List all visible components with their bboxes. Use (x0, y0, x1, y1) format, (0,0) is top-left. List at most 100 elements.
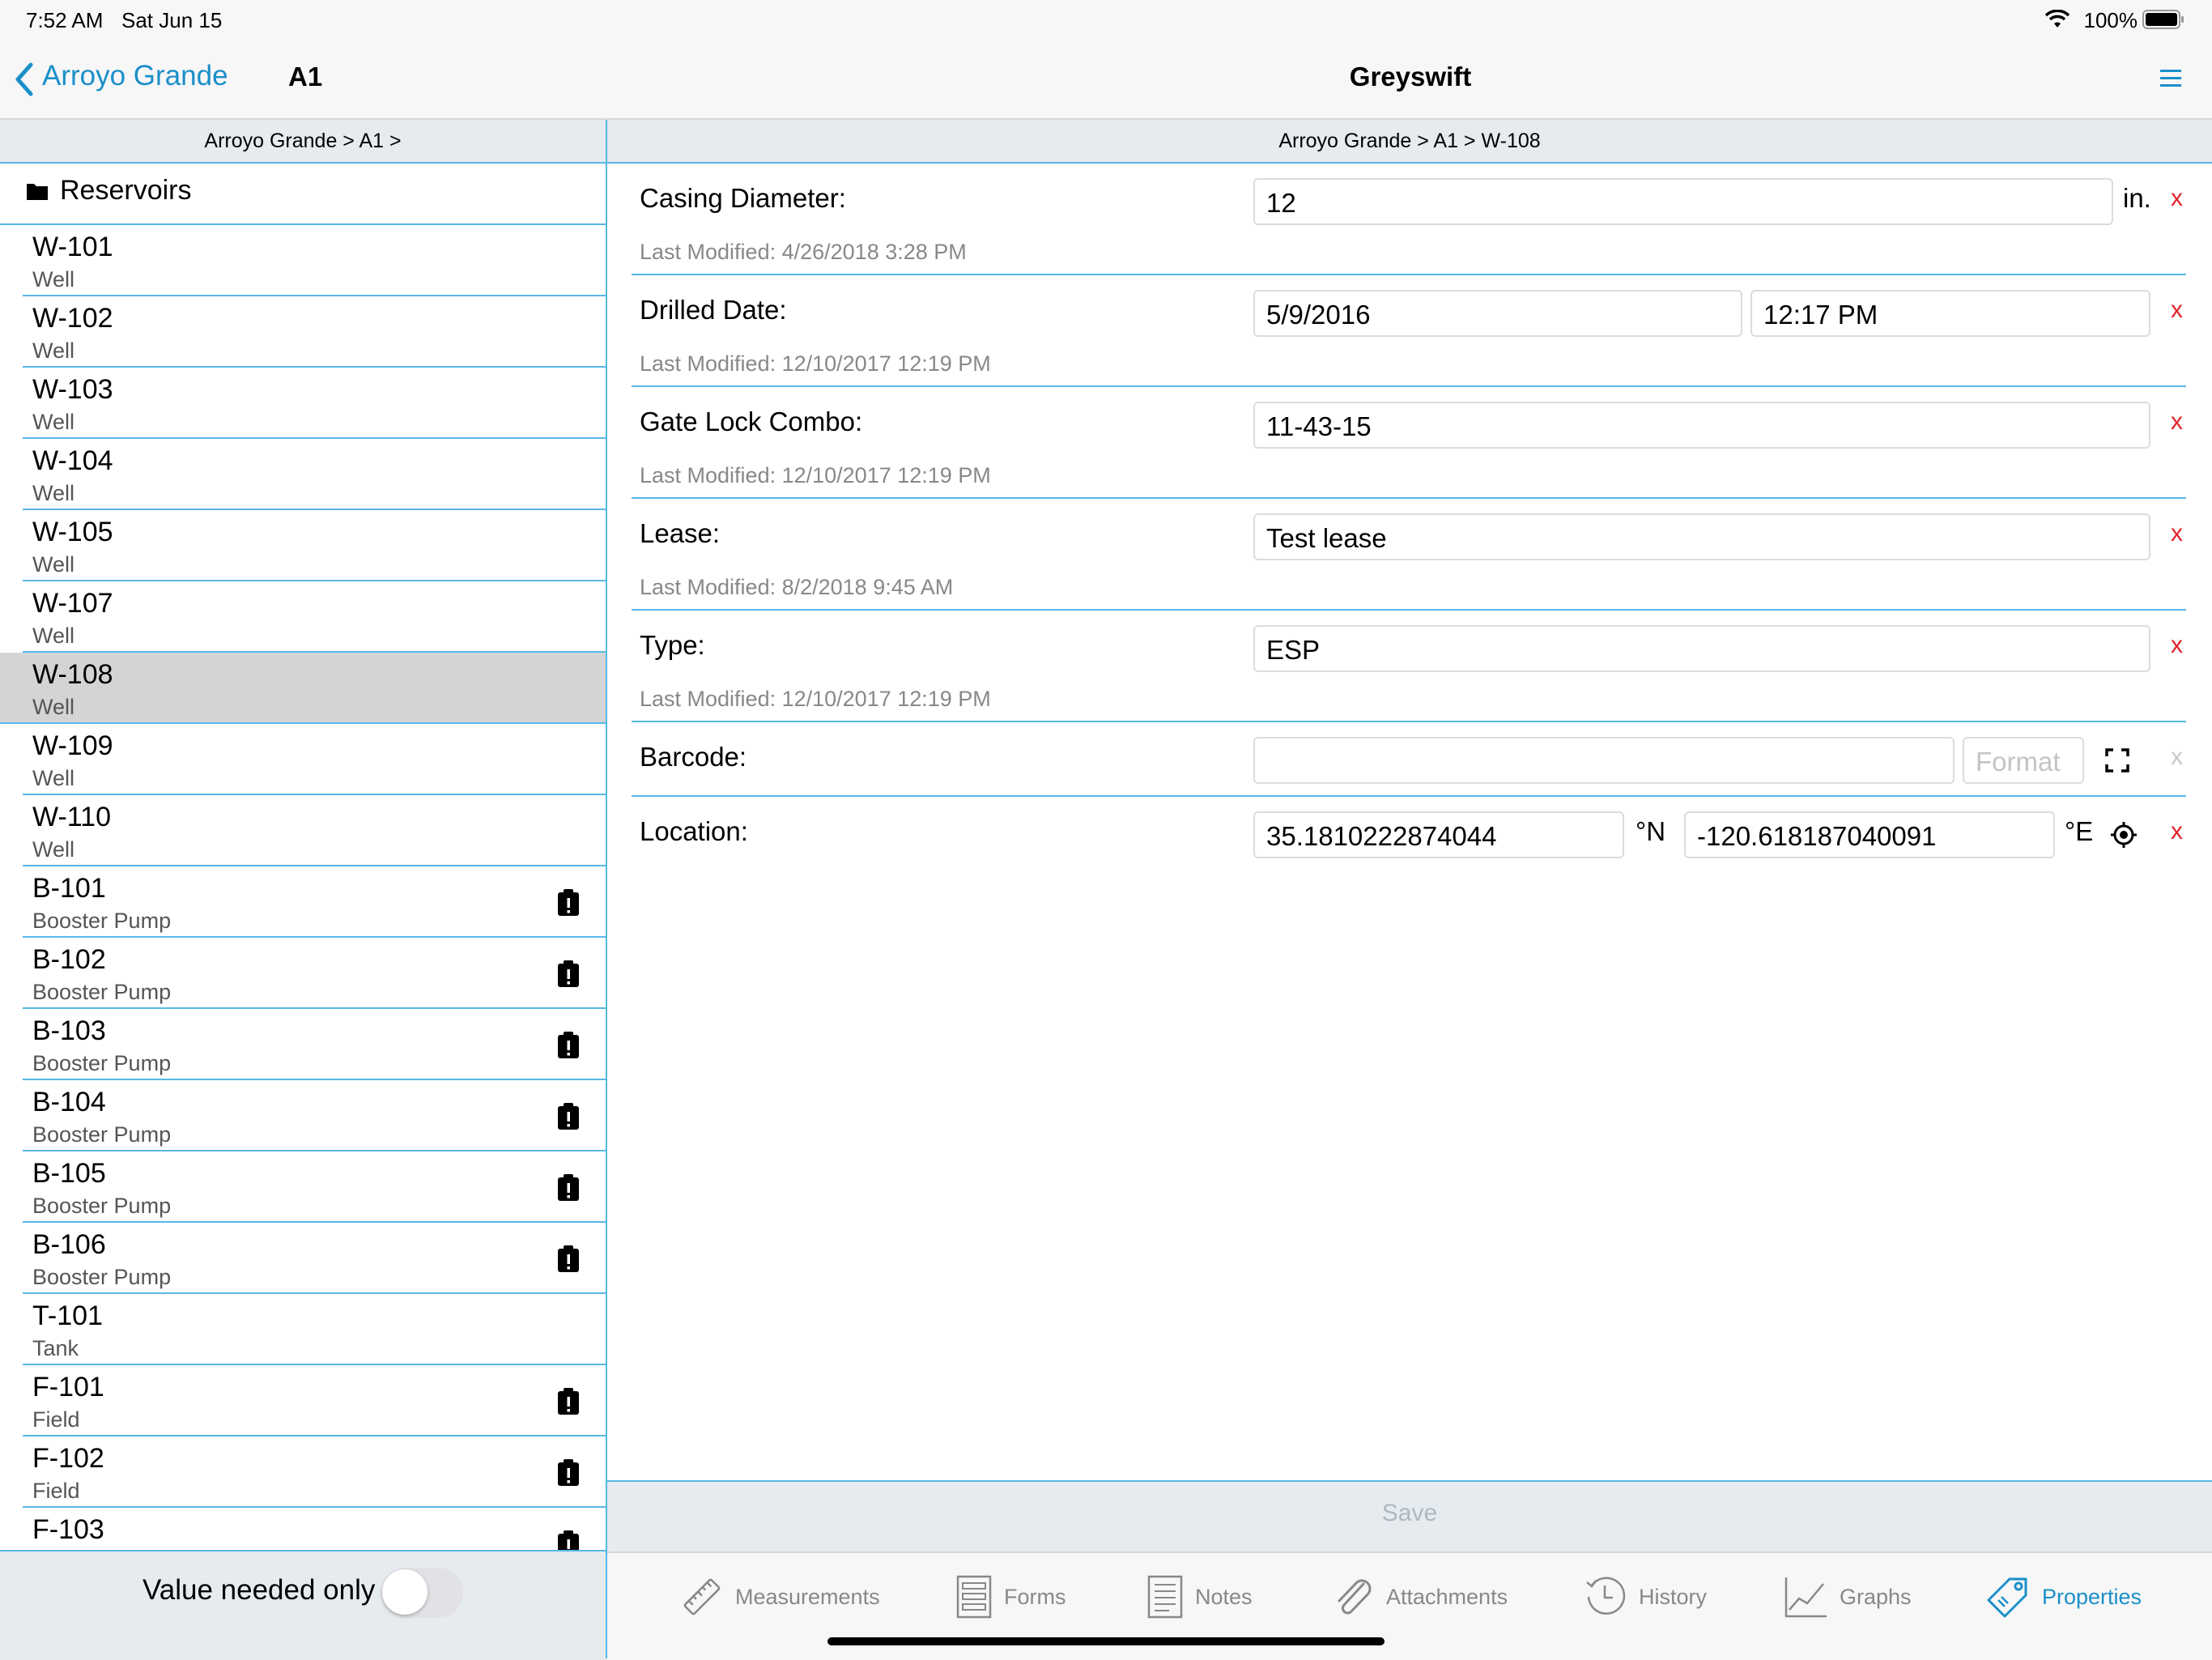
list-item-type: Well (32, 695, 75, 719)
value-needed-clipboard-icon (557, 1459, 580, 1487)
list-item-name: W-104 (32, 445, 113, 476)
list-item[interactable]: W-109 Well (23, 724, 606, 795)
list-item[interactable]: W-102 Well (23, 296, 606, 368)
clear-type-button[interactable]: x (2171, 632, 2183, 659)
list-item-type: Booster Pump (32, 909, 172, 933)
clear-location-button[interactable]: x (2171, 818, 2183, 845)
value-needed-clipboard-icon (557, 1174, 580, 1202)
form-icon (956, 1575, 992, 1619)
list-item-name: B-106 (32, 1229, 106, 1260)
clock-icon (1586, 1577, 1626, 1615)
value-needed-clipboard-icon (557, 1530, 580, 1550)
asset-list-panel[interactable]: Reservoirs W-101 Well W-102 Well W-103 Well W-… (0, 164, 606, 1550)
list-item[interactable]: B-102 Booster Pump (23, 938, 606, 1009)
back-button[interactable]: Arroyo Grande (42, 60, 228, 92)
tab-attachments[interactable]: Attachments (1331, 1571, 1508, 1623)
barcode-format-input[interactable]: Format (1963, 737, 2084, 784)
ruler-icon (683, 1578, 721, 1615)
list-item-type: Field (32, 1407, 80, 1432)
graph-icon (1784, 1577, 1827, 1618)
property-casing-diameter: Casing Diameter: 12 in. x Last Modified:… (632, 164, 2186, 275)
list-item[interactable]: B-105 Booster Pump (23, 1151, 606, 1223)
list-item-name: B-102 (32, 944, 106, 975)
list-item[interactable]: T-101 Tank (23, 1294, 606, 1365)
list-item[interactable]: B-103 Booster Pump (23, 1009, 606, 1080)
clear-barcode-button[interactable]: x (2171, 743, 2183, 771)
type-input[interactable]: ESP (1253, 625, 2150, 672)
value-needed-clipboard-icon (557, 889, 580, 917)
list-item[interactable]: W-105 Well (23, 510, 606, 581)
list-item[interactable]: W-107 Well (23, 581, 606, 653)
list-item-type: Booster Pump (32, 1122, 172, 1147)
scan-barcode-icon[interactable] (2105, 748, 2129, 777)
list-item[interactable]: F-102 Field (23, 1437, 606, 1508)
list-item[interactable]: F-101 Field (23, 1365, 606, 1437)
list-item[interactable]: B-101 Booster Pump (23, 866, 606, 938)
list-item[interactable]: W-104 Well (23, 439, 606, 510)
list-item[interactable]: B-104 Booster Pump (23, 1080, 606, 1151)
tab-forms[interactable]: Forms (955, 1571, 1066, 1623)
list-item-name: F-101 (32, 1372, 104, 1402)
drilled-date-input[interactable]: 5/9/2016 (1253, 290, 1742, 337)
gate-lock-input[interactable]: 11-43-15 (1253, 402, 2150, 449)
list-item[interactable]: W-110 Well (23, 795, 606, 866)
group-label: Reservoirs (60, 175, 192, 206)
drilled-last-modified: Last Modified: 12/10/2017 12:19 PM (640, 351, 991, 376)
list-item[interactable]: W-108 Well (0, 653, 606, 724)
gate-lock-label: Gate Lock Combo: (640, 406, 863, 436)
list-item-name: W-103 (32, 374, 113, 405)
battery-icon (2142, 10, 2184, 29)
save-button[interactable]: Save (607, 1500, 2212, 1527)
tab-notes[interactable]: Notes (1146, 1571, 1253, 1623)
value-needed-toggle[interactable] (381, 1568, 463, 1618)
value-needed-label: Value needed only (143, 1574, 376, 1606)
clear-casing-button[interactable]: x (2171, 185, 2183, 212)
drilled-date-label: Drilled Date: (640, 295, 787, 325)
tab-properties[interactable]: Properties (1985, 1571, 2142, 1623)
tab-measurements[interactable]: Measurements (680, 1571, 880, 1623)
save-bar: Save (607, 1480, 2212, 1551)
tab-attachments-label: Attachments (1386, 1584, 1508, 1609)
list-item[interactable]: F-103 (23, 1508, 606, 1550)
list-item-name: W-107 (32, 588, 113, 619)
clear-gate-button[interactable]: x (2171, 408, 2183, 436)
list-item-name: B-105 (32, 1158, 106, 1189)
tab-history-label: History (1639, 1584, 1708, 1609)
list-item[interactable]: B-106 Booster Pump (23, 1223, 606, 1294)
group-header[interactable]: Reservoirs (0, 164, 606, 225)
drilled-time-input[interactable]: 12:17 PM (1750, 290, 2150, 337)
list-item-type: Well (32, 338, 75, 363)
tab-graphs[interactable]: Graphs (1783, 1571, 1912, 1623)
casing-diameter-input[interactable]: 12 (1253, 178, 2113, 225)
back-chevron-icon[interactable] (13, 60, 36, 103)
properties-panel: Casing Diameter: 12 in. x Last Modified:… (607, 164, 2212, 1480)
list-item-type: Well (32, 624, 75, 648)
list-item[interactable]: W-101 Well (23, 225, 606, 296)
lease-label: Lease: (640, 518, 721, 548)
home-indicator (827, 1637, 1385, 1645)
list-item[interactable]: W-103 Well (23, 368, 606, 439)
value-needed-clipboard-icon (557, 1245, 580, 1273)
tab-notes-label: Notes (1195, 1584, 1253, 1609)
lease-input[interactable]: Test lease (1253, 513, 2150, 560)
list-item-type: Well (32, 267, 75, 292)
battery-percent: 100% (2083, 8, 2138, 32)
clear-lease-button[interactable]: x (2171, 520, 2183, 547)
property-gate-lock: Gate Lock Combo: 11-43-15 x Last Modifie… (632, 387, 2186, 499)
menu-icon[interactable] (2159, 66, 2183, 91)
clear-drilled-button[interactable]: x (2171, 296, 2183, 324)
casing-diameter-label: Casing Diameter: (640, 183, 846, 213)
gps-locate-icon[interactable] (2110, 821, 2138, 853)
latitude-input[interactable]: 35.1810222874044 (1253, 811, 1624, 858)
tab-history[interactable]: History (1582, 1571, 1707, 1623)
list-item-name: W-102 (32, 303, 113, 334)
casing-last-modified: Last Modified: 4/26/2018 3:28 PM (640, 240, 967, 264)
gate-last-modified: Last Modified: 12/10/2017 12:19 PM (640, 463, 991, 487)
longitude-input[interactable]: -120.618187040091 (1684, 811, 2055, 858)
list-item-name: F-103 (32, 1514, 104, 1545)
property-barcode: Barcode: Format x (632, 722, 2186, 797)
notes-icon (1147, 1575, 1183, 1619)
type-last-modified: Last Modified: 12/10/2017 12:19 PM (640, 687, 991, 711)
barcode-input[interactable] (1253, 737, 1955, 784)
tab-graphs-label: Graphs (1840, 1584, 1912, 1609)
